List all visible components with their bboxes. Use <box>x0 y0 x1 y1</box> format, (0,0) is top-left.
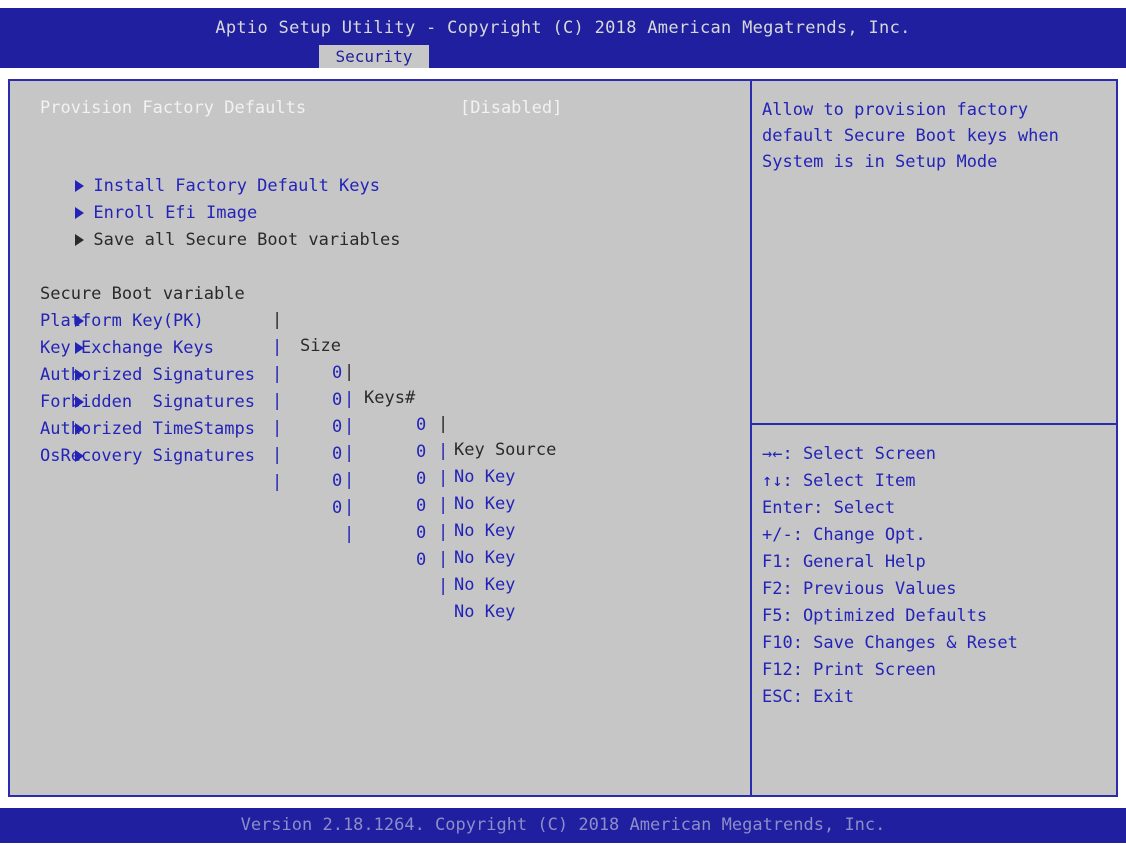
row-size: 0 <box>332 444 343 464</box>
key-legend-line: +/-: Change Opt. <box>762 525 926 545</box>
column-separator: | <box>344 524 355 544</box>
horizontal-divider <box>752 423 1116 425</box>
column-separator: | <box>344 470 355 490</box>
help-line: System is in Setup Mode <box>762 152 998 172</box>
key-legend-line: →←: Select Screen <box>762 444 936 464</box>
table-header: Secure Boot variable | Size | Keys# | Ke… <box>40 255 740 460</box>
column-separator: | <box>438 522 449 542</box>
row-variable: OsRecovery Signatures <box>40 446 255 466</box>
main-panel: Provision Factory Defaults [Disabled] In… <box>8 79 1118 797</box>
key-legend-line: ESC: Exit <box>762 687 855 707</box>
row-key-source: No Key <box>454 467 516 487</box>
submenu-label: Save all Secure Boot variables <box>93 230 401 250</box>
column-separator: | <box>438 549 449 569</box>
row-key-source: No Key <box>454 521 516 541</box>
column-separator: | <box>438 468 449 488</box>
row-key-source: No Key <box>454 575 516 595</box>
key-legend-line: Enter: Select <box>762 498 896 518</box>
column-separator: | <box>344 443 355 463</box>
submenu-save-all-secure-boot-variables[interactable]: Save all Secure Boot variables <box>14 201 400 250</box>
help-panel: Allow to provision factory default Secur… <box>762 97 1112 175</box>
table-row[interactable]: OsRecovery Signatures | 0 | 0 | No Key <box>14 417 734 622</box>
key-legend-line: F10: Save Changes & Reset <box>762 633 1018 653</box>
submenu-install-factory-default-keys[interactable]: Install Factory Default Keys <box>14 147 380 196</box>
row-size: 0 <box>332 498 343 518</box>
footer-version-text: Version 2.18.1264. Copyright (C) 2018 Am… <box>240 815 886 835</box>
table-row[interactable]: Authorized TimeStamps | 0 | 0 | No Key <box>14 390 734 595</box>
provision-factory-defaults-label[interactable]: Provision Factory Defaults <box>40 95 306 121</box>
bios-setup-screen: Aptio Setup Utility - Copyright (C) 2018… <box>0 0 1126 845</box>
key-legend-line: F2: Previous Values <box>762 579 957 599</box>
row-keys: 0 <box>416 496 427 516</box>
table-row[interactable]: Forbidden Signatures | 0 | 0 | No Key <box>14 363 734 568</box>
header-title: Aptio Setup Utility - Copyright (C) 2018… <box>215 18 911 38</box>
submenu-arrow-icon <box>75 234 85 246</box>
row-size: 0 <box>332 471 343 491</box>
column-separator: | <box>438 495 449 515</box>
key-legend-line: F12: Print Screen <box>762 660 936 680</box>
row-key-source: No Key <box>454 602 516 622</box>
column-separator: | <box>438 576 449 596</box>
help-line: Allow to provision factory <box>762 100 1029 120</box>
key-legend-line: F1: General Help <box>762 552 926 572</box>
header-bar: Aptio Setup Utility - Copyright (C) 2018… <box>0 8 1126 68</box>
table-row[interactable]: Platform Key(PK) | 0 | 0 | No Key <box>14 282 734 487</box>
row-keys: 0 <box>416 469 427 489</box>
row-key-source: No Key <box>454 548 516 568</box>
provision-factory-defaults-value[interactable]: [Disabled] <box>460 95 562 121</box>
row-keys: 0 <box>416 550 427 570</box>
column-separator: | <box>344 497 355 517</box>
footer-bar: Version 2.18.1264. Copyright (C) 2018 Am… <box>0 808 1126 843</box>
tab-security[interactable]: Security <box>319 45 429 68</box>
column-separator: | <box>272 472 283 492</box>
key-legend-line: F5: Optimized Defaults <box>762 606 988 626</box>
table-row[interactable]: Key Exchange Keys | 0 | 0 | No Key <box>14 309 734 514</box>
submenu-enroll-efi-image[interactable]: Enroll Efi Image <box>14 174 257 223</box>
table-row[interactable]: Authorized Signatures | 0 | 0 | No Key <box>14 336 734 541</box>
help-line: default Secure Boot keys when <box>762 126 1059 146</box>
row-key-source: No Key <box>454 494 516 514</box>
vertical-divider <box>750 81 752 795</box>
column-separator: | <box>272 445 283 465</box>
key-legend-line: ↑↓: Select Item <box>762 471 916 491</box>
key-legend: →←: Select Screen ↑↓: Select Item Enter:… <box>762 441 1018 711</box>
row-keys: 0 <box>416 523 427 543</box>
